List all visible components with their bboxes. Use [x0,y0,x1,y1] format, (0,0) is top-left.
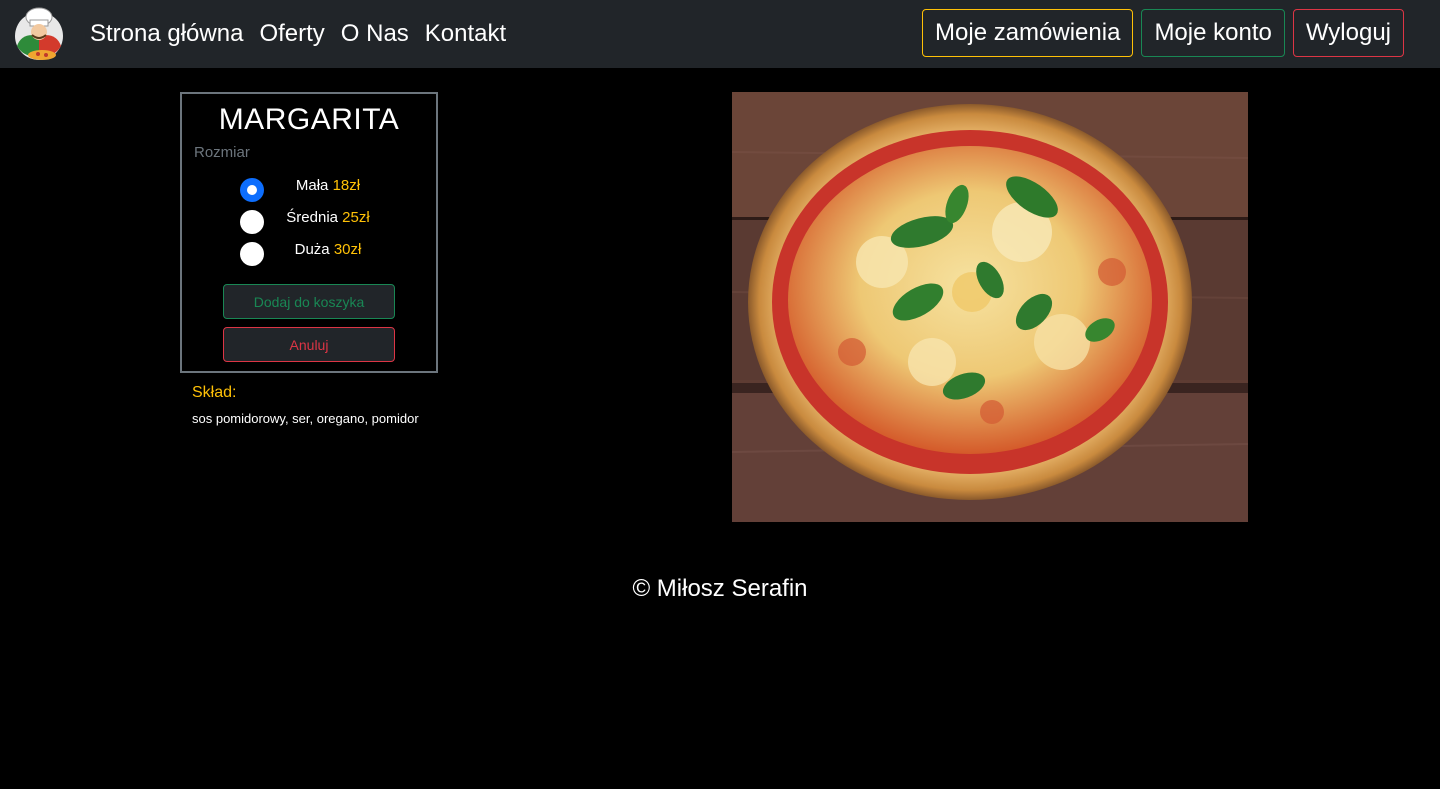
size-name: Mała [295,177,329,194]
size-text-small: Mała 18zł [278,176,378,196]
ingredients-title: Skład: [192,384,237,401]
my-account-button[interactable]: Moje konto [1141,9,1285,57]
size-option-small: Mała 18zł [182,176,436,208]
add-to-cart-button[interactable]: Dodaj do koszyka [223,284,395,319]
size-name: Średnia [286,209,338,226]
nav-link-home[interactable]: Strona główna [90,0,243,68]
navbar: Strona główna Oferty O Nas Kontakt Moje … [0,0,1440,68]
nav-link-contact[interactable]: Kontakt [425,0,506,68]
size-radio-small[interactable] [240,178,264,202]
size-option-medium: Średnia 25zł [182,208,436,240]
size-text-medium: Średnia 25zł [278,208,378,228]
size-options: Mała 18zł Średnia 25zł Duża 30zł [182,176,436,272]
ingredients-text: sos pomidorowy, ser, oregano, pomidor [192,411,419,426]
pizza-photo [732,92,1248,522]
size-radio-medium[interactable] [240,210,264,234]
chef-logo-icon[interactable] [12,6,66,62]
size-label: Rozmiar [194,144,250,161]
product-title: MARGARITA [218,103,400,136]
nav-links: Strona główna Oferty O Nas Kontakt [90,0,522,68]
size-radio-large[interactable] [240,242,264,266]
size-name: Duża [294,241,330,258]
size-price: 30zł [333,241,362,258]
logout-button[interactable]: Wyloguj [1292,9,1404,57]
size-option-large: Duża 30zł [182,240,436,272]
nav-link-about[interactable]: O Nas [341,0,409,68]
footer-copyright: © Miłosz Serafin [632,575,808,602]
nav-account-buttons: Moje zamówienia Moje konto Wyloguj [914,9,1404,57]
product-card: MARGARITA Rozmiar Mała 18zł Średnia 25zł… [180,92,438,373]
size-text-large: Duża 30zł [278,240,378,260]
my-orders-button[interactable]: Moje zamówienia [922,9,1134,57]
size-price: 25zł [342,209,370,226]
cancel-button[interactable]: Anuluj [223,327,395,362]
size-price: 18zł [332,177,361,194]
nav-link-offers[interactable]: Oferty [259,0,324,68]
